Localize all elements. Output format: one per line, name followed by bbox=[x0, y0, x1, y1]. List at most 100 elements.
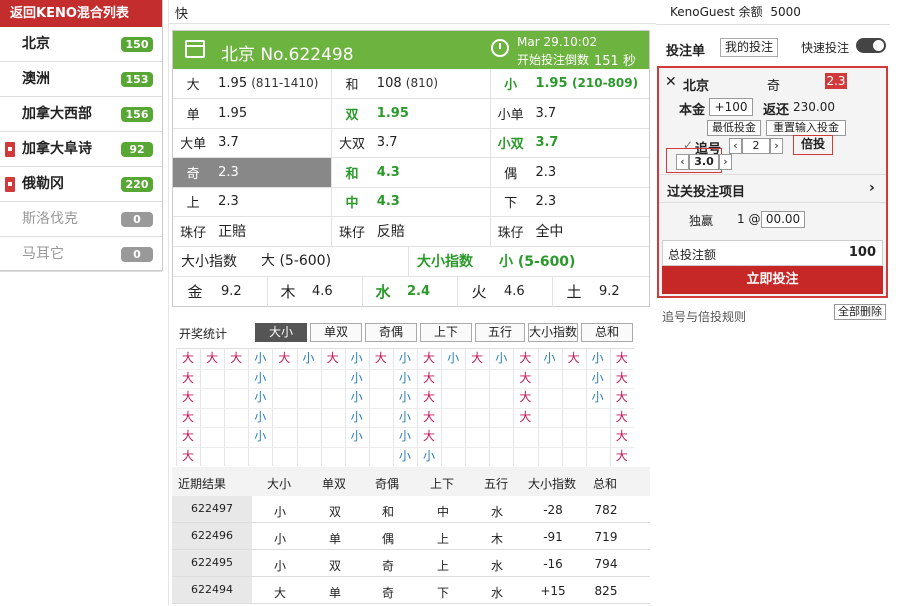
tab-big-small[interactable]: 大小 bbox=[255, 323, 307, 342]
bet-odds[interactable]: 9.2 bbox=[595, 284, 645, 299]
tab-odd-even-count[interactable]: 奇偶 bbox=[365, 323, 417, 342]
count-badge: 220 bbox=[121, 177, 153, 192]
bet-odds[interactable]: 全中 bbox=[530, 216, 649, 247]
index-label[interactable]: 大小指数 bbox=[173, 251, 253, 271]
clear-all-button[interactable]: 全部删除 bbox=[834, 304, 886, 320]
sidebar-item-malta[interactable]: 马耳它 0 bbox=[0, 237, 162, 272]
bet-odds[interactable]: 1.95 bbox=[371, 98, 491, 129]
tab-odd-even[interactable]: 单双 bbox=[310, 323, 362, 342]
bet-label[interactable]: 中 bbox=[331, 187, 372, 217]
bet-odds[interactable]: 4.6 bbox=[308, 276, 363, 307]
bet-label[interactable]: 下 bbox=[490, 187, 531, 217]
bet-odds[interactable]: 1.95 (210-809) bbox=[530, 69, 649, 99]
bet-odds[interactable]: 4.3 bbox=[371, 157, 491, 188]
bet-label[interactable]: 双 bbox=[331, 98, 372, 129]
bet-label[interactable]: 珠仔 bbox=[173, 216, 214, 247]
bet-label[interactable]: 珠仔 bbox=[490, 216, 531, 247]
column-divider bbox=[168, 0, 169, 606]
bet-odds[interactable]: 3.7 bbox=[213, 128, 333, 158]
tab-size-index[interactable]: 大小指数 bbox=[528, 323, 578, 342]
chase-input[interactable]: 2 bbox=[742, 138, 770, 154]
bet-label[interactable]: 大 bbox=[173, 69, 214, 99]
multiply-increase-button[interactable]: › bbox=[719, 154, 732, 170]
bet-label[interactable]: 土 bbox=[553, 281, 595, 302]
stake-input[interactable]: +100 bbox=[709, 98, 753, 116]
index-big-odds[interactable]: 大 (5-600) bbox=[253, 246, 409, 276]
sidebar-item-oregon[interactable]: 俄勒冈 220 bbox=[0, 167, 162, 202]
sidebar-item-canada[interactable]: 加拿大阜诗 92 bbox=[0, 132, 162, 167]
chase-decrease-button[interactable]: ‹ bbox=[729, 138, 742, 154]
bet-odds[interactable]: 4.6 bbox=[500, 276, 553, 307]
bet-label[interactable]: 小 bbox=[490, 69, 531, 99]
fast-bet-toggle[interactable] bbox=[856, 38, 886, 53]
bet-odds[interactable]: 2.3 bbox=[530, 187, 649, 217]
sidebar-item-beijing[interactable]: 北京 150 bbox=[0, 27, 162, 62]
bet-label[interactable]: 单 bbox=[173, 98, 214, 129]
bet-odds-selected[interactable]: 2.3 bbox=[213, 157, 333, 188]
index-label[interactable]: 大小指数 bbox=[409, 251, 493, 271]
bet-odds[interactable]: 108 (810) bbox=[371, 69, 491, 99]
bet-label[interactable]: 火 bbox=[458, 281, 500, 302]
tab-total[interactable]: 总和 bbox=[581, 323, 633, 342]
bet-label[interactable]: 上 bbox=[173, 187, 214, 217]
single-amount-input[interactable]: 00.00 bbox=[761, 211, 805, 228]
bet-label[interactable]: 小单 bbox=[490, 98, 531, 129]
trend-cell: 小 bbox=[422, 448, 435, 463]
bet-odds[interactable]: 2.4 bbox=[403, 276, 458, 307]
odds-row: 珠仔 正賠 珠仔 反賠 珠仔 全中 bbox=[173, 216, 649, 247]
bet-odds[interactable]: 3.7 bbox=[530, 98, 649, 129]
sidebar-item-label: 斯洛伐克 bbox=[22, 211, 78, 227]
bet-label[interactable]: 小双 bbox=[490, 128, 531, 158]
bet-odds[interactable]: 9.2 bbox=[217, 276, 268, 307]
count-badge: 150 bbox=[121, 37, 153, 52]
quick-label[interactable]: 快 bbox=[175, 3, 188, 22]
submit-bet-button[interactable]: 立即投注 bbox=[662, 266, 883, 294]
multiply-input[interactable]: 3.0 bbox=[689, 154, 719, 170]
my-bets-button[interactable]: 我的投注 bbox=[720, 38, 779, 57]
close-icon[interactable]: ✕ bbox=[665, 74, 677, 90]
sidebar-item-australia[interactable]: 澳洲 153 bbox=[0, 62, 162, 97]
bet-odds[interactable]: 3.7 bbox=[371, 128, 491, 158]
tab-five-elements[interactable]: 五行 bbox=[475, 323, 525, 342]
sidebar-item-canada-west[interactable]: 加拿大西部 156 bbox=[0, 97, 162, 132]
back-to-keno-list-button[interactable]: 返回KENO混合列表 bbox=[0, 0, 162, 27]
result-cell: -16 bbox=[543, 557, 563, 571]
reenter-stake-button[interactable]: 重置输入投金 bbox=[766, 120, 846, 136]
bet-odds[interactable]: 2.3 bbox=[213, 187, 333, 217]
bet-odds[interactable]: 1.95 bbox=[213, 98, 333, 129]
bet-label[interactable]: 大双 bbox=[331, 128, 372, 158]
bet-odds[interactable]: 反賠 bbox=[371, 216, 491, 247]
bet-label[interactable]: 和 bbox=[331, 157, 372, 188]
result-cell: 双 bbox=[328, 505, 341, 519]
multiply-button[interactable]: 倍投 bbox=[796, 137, 830, 153]
bet-label[interactable]: 珠仔 bbox=[331, 216, 372, 247]
bet-odds[interactable]: 2.3 bbox=[530, 157, 649, 188]
bet-label[interactable]: 偶 bbox=[490, 157, 531, 188]
bet-odds[interactable]: 正賠 bbox=[213, 216, 333, 247]
index-small-odds[interactable]: 小 (5-600) bbox=[493, 251, 575, 271]
chase-rules-link[interactable]: 追号与倍投规则 bbox=[662, 308, 746, 325]
bet-odds[interactable]: 4.3 bbox=[371, 187, 491, 217]
result-cell: -91 bbox=[543, 530, 563, 544]
bet-odds[interactable]: 3.7 bbox=[530, 128, 649, 158]
bet-label-selected[interactable]: 奇 bbox=[173, 157, 214, 188]
min-stake-button[interactable]: 最低投金 bbox=[707, 120, 761, 136]
sidebar-item-label: 加拿大西部 bbox=[22, 106, 92, 122]
bet-label[interactable]: 大单 bbox=[173, 128, 214, 158]
odds-row: 上 2.3 中 4.3 下 2.3 bbox=[173, 187, 649, 217]
single-label: 独赢 bbox=[689, 214, 714, 228]
parlay-label[interactable]: 过关投注项目 bbox=[667, 181, 745, 200]
bet-label[interactable]: 木 bbox=[268, 281, 308, 302]
bet-label[interactable]: 水 bbox=[363, 281, 403, 302]
tab-up-down[interactable]: 上下 bbox=[420, 323, 472, 342]
bet-odds[interactable]: 1.95 (811-1410) bbox=[213, 69, 333, 99]
bet-label[interactable]: 金 bbox=[173, 281, 217, 302]
sidebar-item-slovakia[interactable]: 斯洛伐克 0 bbox=[0, 202, 162, 237]
chase-increase-button[interactable]: › bbox=[770, 138, 783, 154]
bet-label[interactable]: 和 bbox=[331, 69, 372, 99]
chevron-right-icon[interactable]: › bbox=[869, 180, 875, 196]
bet-odd-badge: 2.3 bbox=[825, 73, 847, 89]
multiply-decrease-button[interactable]: ‹ bbox=[676, 154, 689, 170]
odds-row: 大 1.95 (811-1410) 和 108 (810) 小 1.95 (21… bbox=[173, 69, 649, 99]
stats-label: 开奖统计 bbox=[179, 327, 228, 341]
